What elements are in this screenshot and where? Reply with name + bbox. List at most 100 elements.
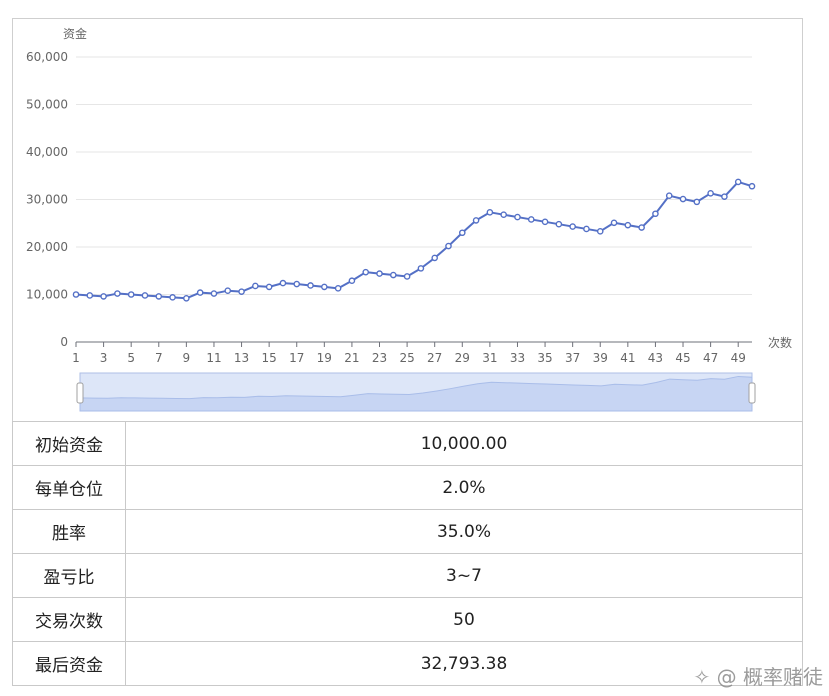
stat-value: 50 xyxy=(125,597,803,642)
line-chart: 010,00020,00030,00040,00050,00060,000 13… xyxy=(26,26,792,412)
data-point xyxy=(403,273,411,280)
x-tick-label: 29 xyxy=(455,351,470,365)
data-point xyxy=(321,283,328,291)
data-point xyxy=(472,217,480,224)
x-tick-label: 25 xyxy=(399,351,414,365)
data-point xyxy=(417,265,425,272)
y-tick-label: 20,000 xyxy=(26,240,68,254)
x-tick-label: 1 xyxy=(72,351,80,365)
data-point xyxy=(569,223,576,230)
data-point xyxy=(734,178,742,186)
data-point xyxy=(100,293,107,300)
x-tick-label: 43 xyxy=(648,351,663,365)
data-point xyxy=(486,209,494,216)
stat-label: 胜率 xyxy=(12,509,126,554)
data-point xyxy=(127,291,135,298)
data-point xyxy=(279,279,287,287)
stat-label: 最后资金 xyxy=(12,641,126,686)
stat-label: 盈亏比 xyxy=(12,553,126,598)
data-point xyxy=(390,271,397,279)
data-point xyxy=(610,219,618,227)
data-point xyxy=(348,277,356,285)
zoom-handle-left[interactable] xyxy=(76,382,84,404)
data-point xyxy=(527,216,535,223)
data-point xyxy=(265,283,273,291)
x-tick-label: 5 xyxy=(127,351,135,365)
data-point xyxy=(748,182,756,190)
stat-label: 初始资金 xyxy=(12,421,126,466)
zoom-handle-right[interactable] xyxy=(748,382,756,404)
x-tick-label: 11 xyxy=(206,351,221,365)
x-axis: 1 3 5 7 9 11 13 15 17 19 21 23 25 27 29 31 33 35 37 39 41 43 4… xyxy=(72,341,752,365)
data-point xyxy=(638,224,645,231)
data-point xyxy=(665,192,673,199)
x-tick-label: 13 xyxy=(234,351,249,365)
data-point xyxy=(252,282,259,290)
data-point xyxy=(210,290,218,297)
data-point xyxy=(376,270,383,277)
y-tick-label: 0 xyxy=(60,335,68,349)
data-point xyxy=(155,293,163,300)
data-point xyxy=(652,210,659,218)
y-axis: 0 10,000 20,000 30,000 40,000 50,000 60,000 xyxy=(26,50,68,349)
stat-value: 2.0% xyxy=(125,465,803,510)
y-tick-label: 10,000 xyxy=(26,288,68,302)
x-tick-label: 31 xyxy=(482,351,497,365)
table-row: 初始资金 10,000.00 xyxy=(12,421,803,466)
data-point xyxy=(307,282,314,289)
table-row: 胜率 35.0% xyxy=(12,509,803,554)
x-tick-label: 39 xyxy=(593,351,608,365)
sparkle-icon: ✧ xyxy=(693,665,717,689)
x-tick-label: 49 xyxy=(731,351,746,365)
data-point xyxy=(224,287,232,295)
data-point xyxy=(196,289,204,296)
x-tick-label: 9 xyxy=(183,351,191,365)
stat-value: 35.0% xyxy=(125,509,803,554)
table-row: 最后资金 32,793.38 xyxy=(12,641,803,686)
y-tick-label: 60,000 xyxy=(26,50,68,64)
stats-table: 初始资金 10,000.00 每单仓位 2.0% 胜率 35.0% 盈亏比 3~… xyxy=(12,421,803,686)
data-point xyxy=(500,211,507,218)
data-point xyxy=(431,254,438,262)
data-point xyxy=(72,291,80,298)
data-point xyxy=(679,195,687,203)
y-tick-label: 50,000 xyxy=(26,98,68,112)
data-point xyxy=(693,198,701,206)
x-tick-label: 41 xyxy=(620,351,635,365)
x-tick-label: 23 xyxy=(372,351,387,365)
grid-lines xyxy=(76,56,752,295)
x-tick-label: 21 xyxy=(344,351,359,365)
data-point xyxy=(169,294,176,301)
x-tick-label: 47 xyxy=(703,351,718,365)
data-point xyxy=(514,213,521,221)
x-tick-label: 45 xyxy=(675,351,690,365)
y-axis-title: 资金 xyxy=(63,26,87,41)
table-row: 每单仓位 2.0% xyxy=(12,465,803,510)
stat-label: 每单仓位 xyxy=(12,465,126,510)
x-tick-label: 37 xyxy=(565,351,580,365)
stat-value: 10,000.00 xyxy=(125,421,803,466)
table-row: 交易次数 50 xyxy=(12,597,803,642)
data-point xyxy=(362,268,370,276)
x-tick-label: 33 xyxy=(510,351,525,365)
data-zoom-slider[interactable] xyxy=(76,372,756,412)
data-point xyxy=(624,221,632,229)
data-point xyxy=(86,292,94,299)
stat-label: 交易次数 xyxy=(12,597,126,642)
x-tick-label: 3 xyxy=(100,351,108,365)
y-tick-label: 30,000 xyxy=(26,193,68,207)
table-row: 盈亏比 3~7 xyxy=(12,553,803,598)
data-point xyxy=(183,294,190,302)
series-layer xyxy=(72,178,756,302)
data-point xyxy=(541,218,549,226)
watermark-text: @ 概率赌徒 xyxy=(716,665,823,689)
x-tick-label: 27 xyxy=(427,351,442,365)
x-tick-label: 15 xyxy=(262,351,277,365)
data-point xyxy=(238,288,245,295)
data-point xyxy=(721,193,728,200)
data-point xyxy=(583,225,590,233)
x-axis-title: 次数 xyxy=(768,335,792,350)
stat-value: 3~7 xyxy=(125,553,803,598)
data-point xyxy=(293,280,301,288)
data-point xyxy=(555,220,563,228)
